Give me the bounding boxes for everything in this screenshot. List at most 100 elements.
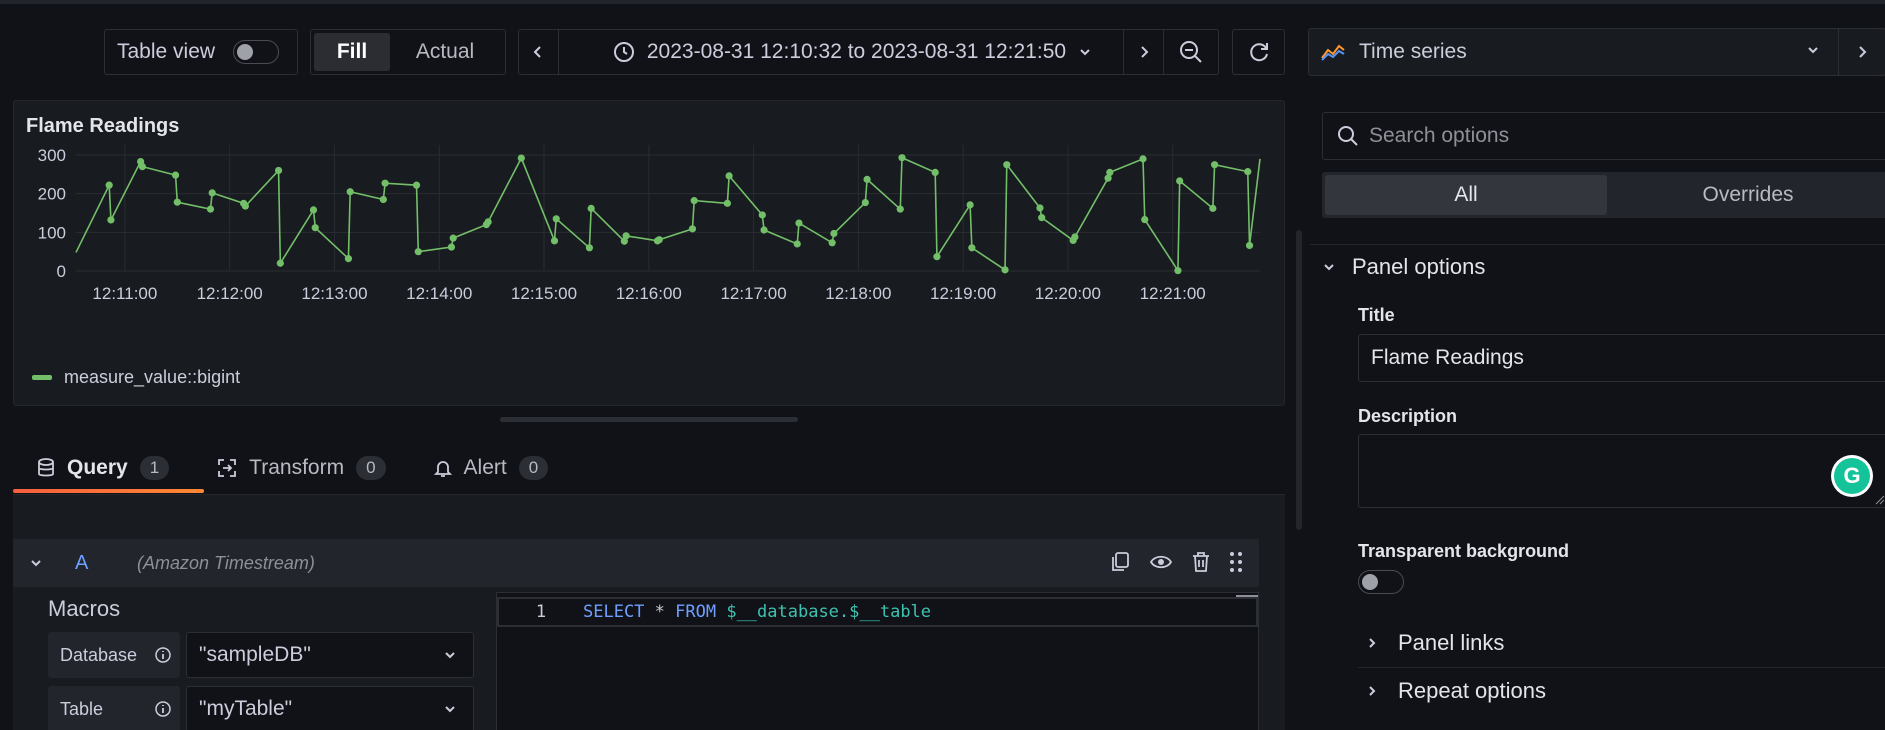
zoom-out-button[interactable] bbox=[1164, 30, 1218, 74]
sql-star: * bbox=[644, 602, 676, 622]
panel-links-section-header[interactable]: Panel links bbox=[1366, 630, 1504, 656]
tab-overrides[interactable]: Overrides bbox=[1607, 175, 1885, 215]
toggle-options-pane-button[interactable] bbox=[1839, 29, 1885, 75]
data-point bbox=[725, 172, 733, 180]
visualization-select[interactable]: Time series bbox=[1309, 29, 1839, 75]
database-label-text: Database bbox=[60, 644, 138, 665]
data-point bbox=[208, 189, 216, 197]
eye-icon[interactable] bbox=[1149, 551, 1173, 573]
x-tick-label: 12:20:00 bbox=[1035, 284, 1101, 303]
tab-alert-count: 0 bbox=[518, 456, 549, 480]
table-view-switch[interactable] bbox=[233, 40, 280, 64]
data-point bbox=[830, 229, 838, 238]
sql-code-editor[interactable]: 1 SELECT * FROM $__database.$__table bbox=[496, 592, 1259, 730]
table-select-value: "myTable" bbox=[199, 697, 293, 720]
tab-alert[interactable]: Alert 0 bbox=[410, 448, 573, 488]
legend-item[interactable]: measure_value::bigint bbox=[32, 367, 240, 388]
resize-handle-icon[interactable] bbox=[1875, 495, 1885, 505]
data-point bbox=[1244, 168, 1252, 176]
repeat-options-section-header[interactable]: Repeat options bbox=[1366, 678, 1546, 704]
title-input[interactable]: Flame Readings bbox=[1358, 334, 1885, 382]
data-point bbox=[206, 205, 215, 213]
transparent-background-label: Transparent background bbox=[1358, 541, 1570, 561]
chevron-down-icon bbox=[1808, 47, 1818, 54]
time-forward-button[interactable] bbox=[1124, 30, 1165, 74]
time-series-chart: 0 100 200 300 12:11:00 12:12:00 12:13:00 12:14:… bbox=[38, 145, 1261, 303]
transparent-background-switch[interactable] bbox=[1358, 570, 1404, 594]
data-point bbox=[622, 232, 630, 240]
fill-button[interactable]: Fill bbox=[314, 33, 390, 71]
vertical-splitter[interactable] bbox=[1296, 230, 1302, 530]
panel-options-label: Panel options bbox=[1352, 254, 1486, 279]
bell-icon bbox=[433, 461, 452, 477]
switch-knob bbox=[237, 44, 254, 60]
tab-transform[interactable]: Transform 0 bbox=[193, 448, 409, 488]
editor-line[interactable]: 1 SELECT * FROM $__database.$__table bbox=[497, 597, 1258, 627]
visualization-picker[interactable]: Time series bbox=[1308, 28, 1885, 76]
data-point bbox=[863, 175, 871, 183]
y-tick-label: 200 bbox=[38, 185, 66, 204]
y-tick-label: 0 bbox=[57, 262, 66, 281]
chevron-right-icon bbox=[1859, 46, 1867, 58]
data-point bbox=[171, 171, 180, 179]
data-point bbox=[173, 198, 181, 206]
x-tick-label: 12:12:00 bbox=[197, 284, 263, 303]
panel-preview: 0 100 200 300 12:11:00 12:12:00 12:13:00 12:14:… bbox=[13, 100, 1285, 406]
query-datasource: (Amazon Timestream) bbox=[137, 552, 315, 573]
chevron-right-icon bbox=[1369, 686, 1376, 696]
duplicate-icon[interactable] bbox=[1109, 551, 1131, 573]
x-tick-label: 12:18:00 bbox=[825, 284, 891, 303]
table-select[interactable]: "myTable" bbox=[186, 686, 474, 730]
section-divider bbox=[1310, 244, 1885, 245]
description-field-label: Description bbox=[1358, 406, 1458, 426]
tab-transform-label: Transform bbox=[249, 456, 345, 479]
data-point bbox=[587, 204, 595, 212]
x-tick-label: 12:14:00 bbox=[406, 284, 472, 303]
data-point bbox=[344, 255, 353, 263]
refresh-button[interactable] bbox=[1232, 29, 1285, 75]
data-point bbox=[517, 154, 525, 162]
active-tab-indicator bbox=[13, 489, 204, 493]
tab-query[interactable]: Query 1 bbox=[13, 448, 193, 488]
data-point bbox=[309, 206, 318, 214]
horizontal-splitter[interactable] bbox=[500, 417, 798, 422]
sql-target: $__database.$__table bbox=[716, 602, 932, 622]
chevron-right-icon bbox=[1369, 638, 1376, 648]
tab-all[interactable]: All bbox=[1325, 175, 1607, 215]
info-icon[interactable] bbox=[154, 700, 172, 718]
x-tick-label: 12:13:00 bbox=[301, 284, 367, 303]
time-back-button[interactable] bbox=[519, 30, 559, 74]
collapse-query-button[interactable] bbox=[13, 556, 59, 570]
data-point bbox=[138, 163, 146, 171]
table-view-toggle-group[interactable]: Table view bbox=[104, 29, 298, 75]
data-point bbox=[379, 195, 387, 204]
data-point bbox=[381, 179, 389, 187]
zoom-out-icon bbox=[1180, 41, 1202, 63]
tab-query-count: 1 bbox=[139, 456, 170, 480]
grammarly-icon[interactable]: G bbox=[1831, 455, 1873, 497]
data-point bbox=[414, 248, 422, 256]
refresh-icon bbox=[1249, 43, 1268, 62]
x-tick-label: 12:15:00 bbox=[511, 284, 577, 303]
data-point bbox=[346, 188, 354, 196]
database-select[interactable]: "sampleDB" bbox=[186, 632, 474, 678]
description-textarea[interactable]: G bbox=[1358, 434, 1885, 508]
query-ref-id[interactable]: A bbox=[59, 552, 137, 575]
search-options-input[interactable] bbox=[1369, 124, 1869, 148]
drag-handle-icon[interactable] bbox=[1229, 551, 1243, 573]
panel-options-section-header[interactable]: Panel options bbox=[1322, 254, 1485, 280]
actual-button[interactable]: Actual bbox=[390, 33, 500, 71]
data-point bbox=[241, 202, 249, 210]
trash-icon[interactable] bbox=[1191, 551, 1211, 573]
data-point bbox=[550, 237, 559, 245]
data-point bbox=[1210, 161, 1219, 169]
info-icon[interactable] bbox=[154, 646, 172, 664]
time-range-button[interactable]: 2023-08-31 12:10:32 to 2023-08-31 12:21:… bbox=[559, 30, 1125, 74]
search-options-field[interactable] bbox=[1322, 112, 1885, 160]
query-row-header[interactable]: A (Amazon Timestream) bbox=[13, 539, 1259, 587]
data-point bbox=[760, 226, 768, 234]
data-point bbox=[1003, 161, 1011, 169]
data-point bbox=[552, 215, 560, 223]
data-point bbox=[933, 253, 941, 261]
database-select-value: "sampleDB" bbox=[199, 643, 311, 666]
